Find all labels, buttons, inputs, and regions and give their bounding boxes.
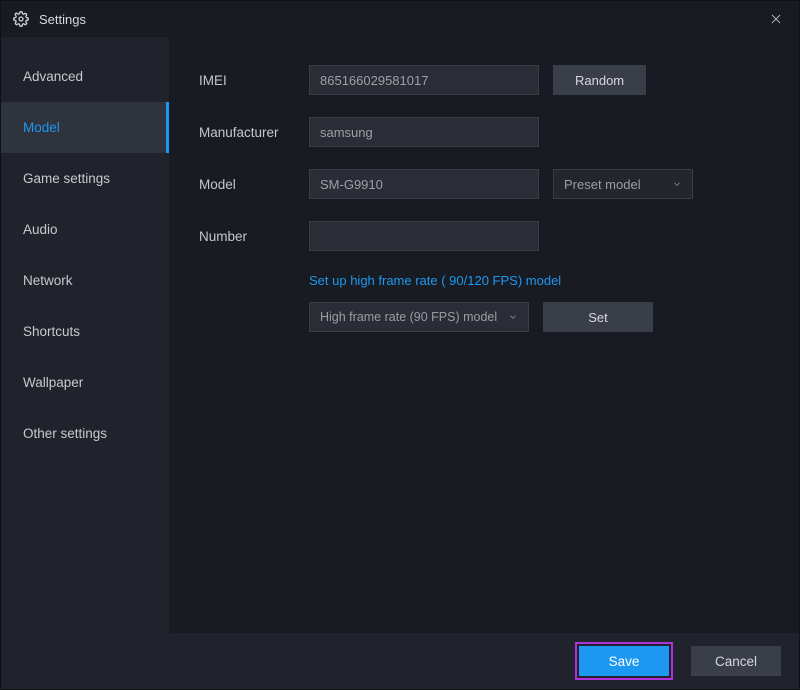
- model-label: Model: [199, 177, 295, 192]
- close-icon: [769, 12, 783, 26]
- preset-model-label: Preset model: [564, 177, 641, 192]
- close-button[interactable]: [765, 8, 787, 30]
- number-input[interactable]: [309, 221, 539, 251]
- number-row: Number: [199, 221, 775, 251]
- sidebar-item-game-settings[interactable]: Game settings: [1, 153, 169, 204]
- sidebar-item-label: Shortcuts: [23, 324, 80, 339]
- manufacturer-label: Manufacturer: [199, 125, 295, 140]
- random-button[interactable]: Random: [553, 65, 646, 95]
- model-input[interactable]: [309, 169, 539, 199]
- window-body: Advanced Model Game settings Audio Netwo…: [1, 37, 799, 633]
- hfr-link[interactable]: Set up high frame rate ( 90/120 FPS) mod…: [309, 273, 775, 288]
- sidebar: Advanced Model Game settings Audio Netwo…: [1, 37, 169, 633]
- model-row: Model Preset model: [199, 169, 775, 199]
- sidebar-item-label: Other settings: [23, 426, 107, 441]
- sidebar-item-label: Model: [23, 120, 60, 135]
- sidebar-item-other-settings[interactable]: Other settings: [1, 408, 169, 459]
- imei-label: IMEI: [199, 73, 295, 88]
- content-area: IMEI Random Manufacturer Model Preset mo…: [169, 37, 799, 633]
- high-frame-rate-block: Set up high frame rate ( 90/120 FPS) mod…: [309, 273, 775, 332]
- sidebar-item-shortcuts[interactable]: Shortcuts: [1, 306, 169, 357]
- window-title: Settings: [39, 12, 765, 27]
- sidebar-item-label: Advanced: [23, 69, 83, 84]
- sidebar-item-model[interactable]: Model: [1, 102, 169, 153]
- manufacturer-input[interactable]: [309, 117, 539, 147]
- imei-input[interactable]: [309, 65, 539, 95]
- sidebar-item-label: Wallpaper: [23, 375, 83, 390]
- save-button[interactable]: Save: [579, 646, 669, 676]
- sidebar-item-audio[interactable]: Audio: [1, 204, 169, 255]
- set-button[interactable]: Set: [543, 302, 653, 332]
- save-highlight: Save: [575, 642, 673, 680]
- sidebar-item-label: Audio: [23, 222, 58, 237]
- hfr-select-label: High frame rate (90 FPS) model: [320, 310, 497, 324]
- preset-model-select[interactable]: Preset model: [553, 169, 693, 199]
- sidebar-item-wallpaper[interactable]: Wallpaper: [1, 357, 169, 408]
- cancel-button[interactable]: Cancel: [691, 646, 781, 676]
- footer: Save Cancel: [1, 633, 799, 689]
- sidebar-item-advanced[interactable]: Advanced: [1, 51, 169, 102]
- imei-row: IMEI Random: [199, 65, 775, 95]
- gear-icon: [13, 11, 29, 27]
- sidebar-item-label: Network: [23, 273, 73, 288]
- hfr-select[interactable]: High frame rate (90 FPS) model: [309, 302, 529, 332]
- hfr-row: High frame rate (90 FPS) model Set: [309, 302, 775, 332]
- sidebar-item-network[interactable]: Network: [1, 255, 169, 306]
- number-label: Number: [199, 229, 295, 244]
- chevron-down-icon: [508, 312, 518, 322]
- manufacturer-row: Manufacturer: [199, 117, 775, 147]
- titlebar: Settings: [1, 1, 799, 37]
- chevron-down-icon: [672, 179, 682, 189]
- sidebar-item-label: Game settings: [23, 171, 110, 186]
- settings-window: Settings Advanced Model Game settings Au…: [0, 0, 800, 690]
